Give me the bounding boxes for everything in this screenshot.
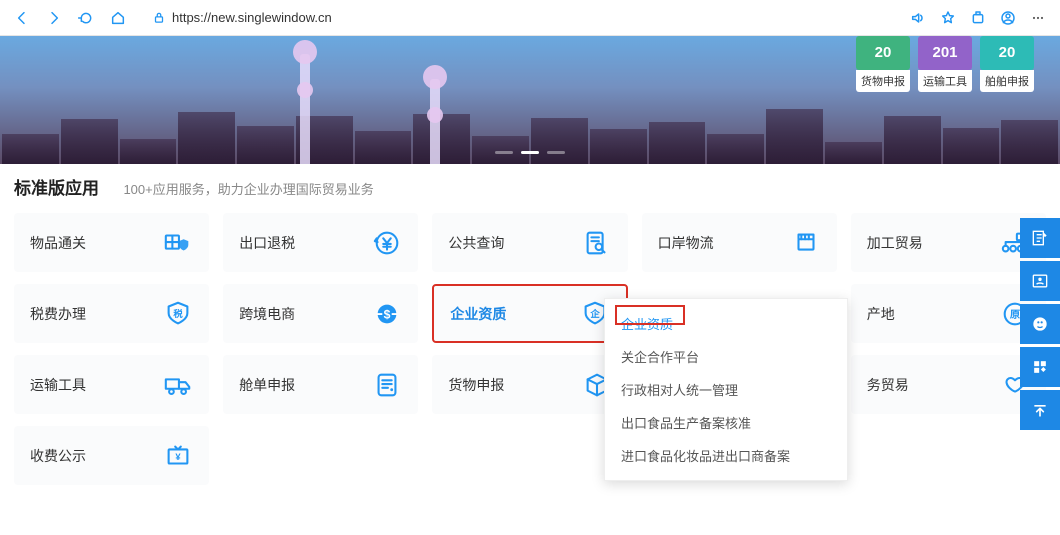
price-board-icon: ¥: [163, 441, 193, 471]
collections-button[interactable]: [964, 4, 992, 32]
svg-text:¥: ¥: [176, 451, 182, 461]
globe-s-icon: $: [372, 299, 402, 329]
sidebar-top[interactable]: [1020, 390, 1060, 430]
tile-label: 企业资质: [450, 304, 506, 324]
section-subtitle: 100+应用服务，助力企业办理国际贸易业务: [123, 182, 373, 197]
truck-icon: [163, 370, 193, 400]
dropdown-item[interactable]: 进口食品化妆品进出口商备案: [605, 439, 847, 472]
stat-label: 舶舶申报: [980, 70, 1034, 92]
dropdown-item[interactable]: 行政相对人统一管理: [605, 373, 847, 406]
tile-label: 务贸易: [867, 375, 909, 395]
stat-card-ship[interactable]: 20 舶舶申报: [980, 36, 1034, 92]
refresh-button[interactable]: [72, 4, 100, 32]
stat-label: 运输工具: [918, 70, 972, 92]
lock-icon: [152, 11, 166, 25]
tile-processing-trade[interactable]: 加工贸易: [851, 213, 1046, 272]
stat-number: 20: [856, 36, 910, 70]
box-shield-icon: [163, 228, 193, 258]
tile-label: 公共查询: [448, 233, 504, 253]
right-sidebar: [1020, 218, 1060, 433]
tile-label: 税费办理: [30, 304, 86, 324]
app-tiles-grid: 物品通关 出口退税 公共查询 口岸物流 加工贸易 税费办理 税 跨境电商 $ 企…: [0, 199, 1060, 485]
sidebar-card[interactable]: [1020, 261, 1060, 301]
carousel-dots[interactable]: [495, 151, 565, 154]
dropdown-item[interactable]: 出口食品生产备案核准: [605, 406, 847, 439]
address-bar[interactable]: https://new.singlewindow.cn: [142, 4, 894, 32]
tile-label: 口岸物流: [658, 233, 714, 253]
tile-label: 加工贸易: [867, 233, 923, 253]
url-text: https://new.singlewindow.cn: [172, 10, 332, 25]
sidebar-apps[interactable]: [1020, 347, 1060, 387]
stat-number: 20: [980, 36, 1034, 70]
svg-text:企: 企: [589, 307, 600, 318]
favorites-button[interactable]: [934, 4, 962, 32]
more-button[interactable]: [1024, 4, 1052, 32]
tile-label: 产地: [867, 304, 895, 324]
dropdown-item[interactable]: 企业资质: [605, 307, 847, 340]
home-button[interactable]: [104, 4, 132, 32]
tile-label: 运输工具: [30, 375, 86, 395]
browser-toolbar: https://new.singlewindow.cn: [0, 0, 1060, 36]
tile-enterprise-qualification[interactable]: 企业资质 企: [432, 284, 627, 343]
doc-search-icon: [582, 228, 612, 258]
stat-card-transport[interactable]: 201 运输工具: [918, 36, 972, 92]
tile-manifest[interactable]: 舱单申报: [223, 355, 418, 414]
back-button[interactable]: [8, 4, 36, 32]
tile-fee-notice[interactable]: 收费公示 ¥: [14, 426, 209, 485]
tile-goods-declaration[interactable]: 货物申报: [432, 355, 627, 414]
manifest-icon: [372, 370, 402, 400]
tile-origin[interactable]: 产地 原: [851, 284, 1046, 343]
read-aloud-button[interactable]: [904, 4, 932, 32]
tile-label: 收费公示: [30, 446, 86, 466]
sidebar-help[interactable]: [1020, 304, 1060, 344]
tile-service-trade[interactable]: 务贸易: [851, 355, 1046, 414]
tile-public-query[interactable]: 公共查询: [432, 213, 627, 272]
stat-cards: 20 货物申报 201 运输工具 20 舶舶申报: [856, 36, 1034, 92]
yen-cycle-icon: [372, 228, 402, 258]
tile-goods-clearance[interactable]: 物品通关: [14, 213, 209, 272]
stat-label: 货物申报: [856, 70, 910, 92]
enterprise-dropdown: 企业资质 关企合作平台 行政相对人统一管理 出口食品生产备案核准 进口食品化妆品…: [604, 298, 848, 481]
svg-text:税: 税: [174, 307, 184, 318]
tile-transport-tools[interactable]: 运输工具: [14, 355, 209, 414]
forward-button[interactable]: [40, 4, 68, 32]
stat-number: 201: [918, 36, 972, 70]
tile-label: 物品通关: [30, 233, 86, 253]
tile-label: 跨境电商: [239, 304, 295, 324]
tile-export-refund[interactable]: 出口退税: [223, 213, 418, 272]
stat-card-goods[interactable]: 20 货物申报: [856, 36, 910, 92]
profile-button[interactable]: [994, 4, 1022, 32]
tax-badge-icon: 税: [163, 299, 193, 329]
dropdown-item[interactable]: 关企合作平台: [605, 340, 847, 373]
tile-cross-border[interactable]: 跨境电商 $: [223, 284, 418, 343]
tile-tax-fee[interactable]: 税费办理 税: [14, 284, 209, 343]
section-header: 标准版应用 100+应用服务，助力企业办理国际贸易业务: [0, 164, 1060, 199]
svg-text:原: 原: [1010, 308, 1020, 320]
tile-label: 货物申报: [448, 375, 504, 395]
tile-label: 舱单申报: [239, 375, 295, 395]
svg-text:$: $: [384, 307, 391, 321]
tile-port-logistics[interactable]: 口岸物流: [642, 213, 837, 272]
tile-label: 出口退税: [239, 233, 295, 253]
section-title: 标准版应用: [14, 179, 99, 198]
crane-icon: [791, 228, 821, 258]
sidebar-edit[interactable]: [1020, 218, 1060, 258]
